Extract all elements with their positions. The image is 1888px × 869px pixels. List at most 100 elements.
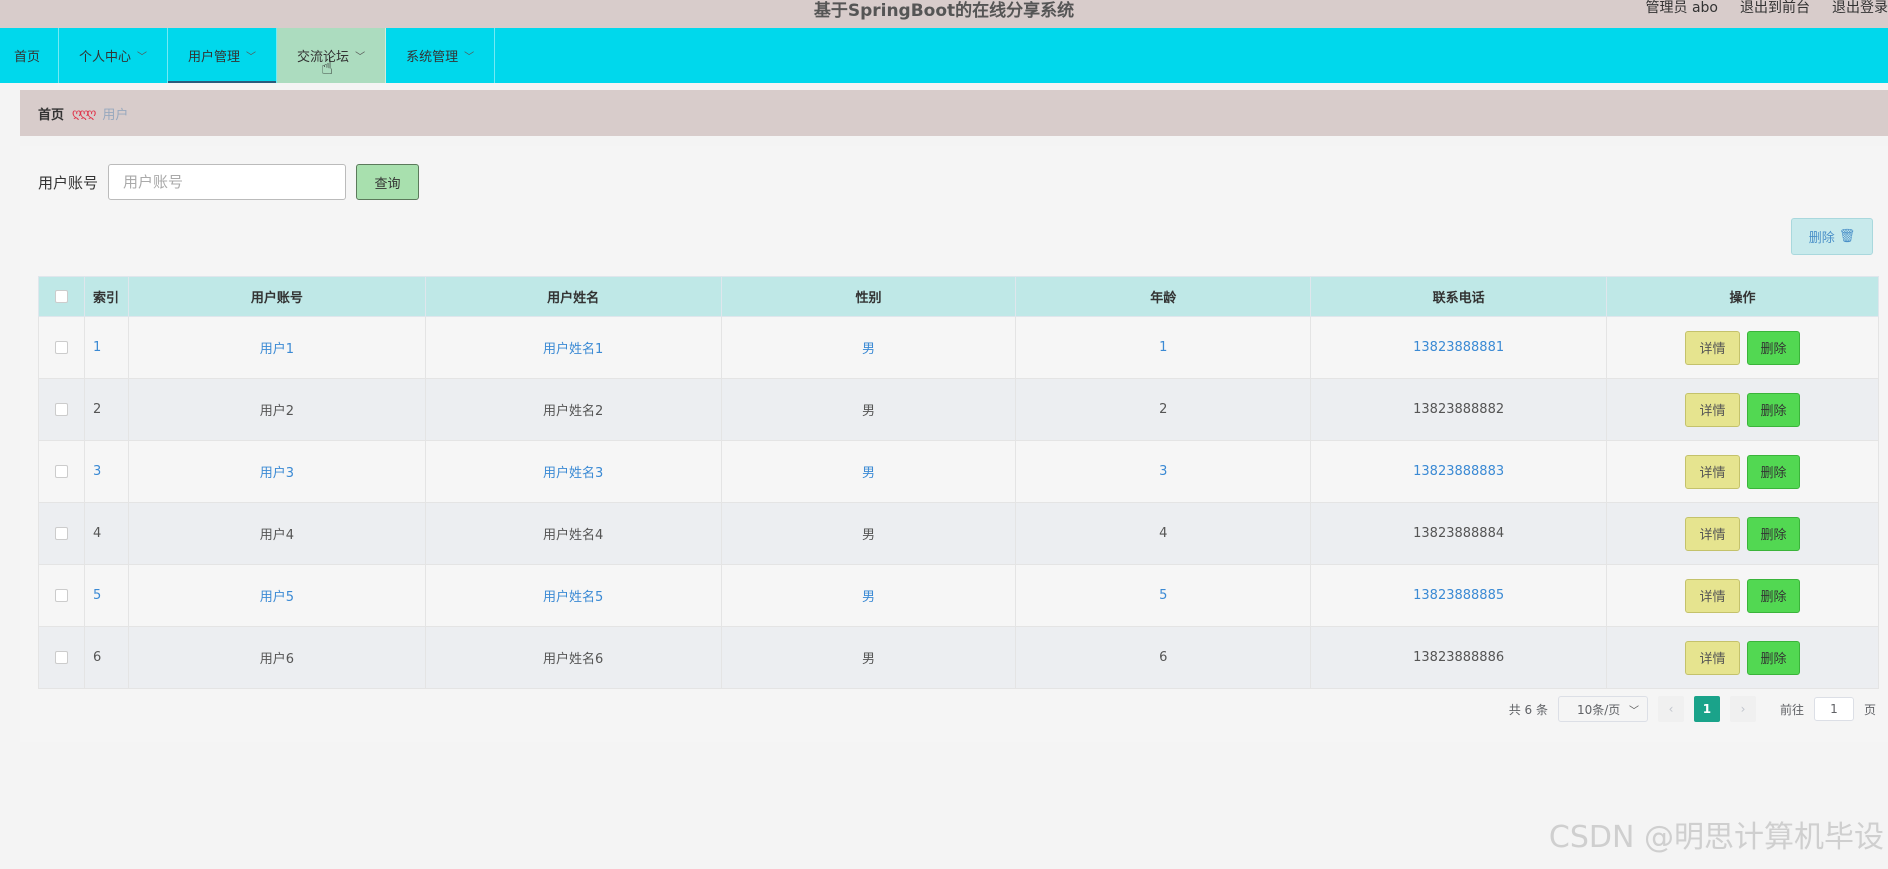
detail-button[interactable]: 详情 bbox=[1685, 516, 1741, 551]
row-actions: 详情 删除 bbox=[1607, 640, 1878, 675]
cell-account: 用户6 bbox=[127, 626, 426, 689]
column-header-account: 用户账号 bbox=[127, 276, 426, 317]
trash-icon: 🗑 bbox=[1838, 229, 1856, 244]
current-page-button[interactable]: 1 bbox=[1693, 696, 1720, 722]
cell-gender: 男 bbox=[720, 316, 1017, 379]
detail-button[interactable]: 详情 bbox=[1685, 330, 1741, 365]
delete-button[interactable]: 删除 bbox=[1747, 392, 1801, 427]
cell-phone: 13823888882 bbox=[1310, 378, 1608, 441]
chevron-left-icon: ‹ bbox=[1668, 702, 1674, 716]
cell-name: 用户姓名4 bbox=[424, 502, 722, 565]
chevron-right-icon: › bbox=[1740, 702, 1746, 716]
table-row: 2 用户2 用户姓名2 男 2 13823888882 详情 删除 bbox=[38, 378, 1879, 441]
nav-item-label: 首页 bbox=[14, 50, 41, 65]
watermark: CSDN @明思计算机毕设 bbox=[1548, 820, 1884, 855]
cell-age: 3 bbox=[1015, 440, 1312, 503]
cell-actions: 详情 删除 bbox=[1606, 440, 1879, 503]
table-body: 1 用户1 用户姓名1 男 1 13823888881 详情 删除 2 用户2 用户姓名2 男 2 138… bbox=[38, 316, 1879, 689]
detail-button[interactable]: 详情 bbox=[1685, 578, 1741, 613]
cell-account: 用户2 bbox=[127, 378, 426, 441]
row-actions: 详情 删除 bbox=[1607, 392, 1878, 427]
row-checkbox[interactable] bbox=[54, 465, 68, 478]
cell-phone: 13823888885 bbox=[1310, 564, 1608, 627]
cell-age: 6 bbox=[1015, 626, 1312, 689]
cell-age: 4 bbox=[1015, 502, 1312, 565]
back-to-front-link[interactable]: 退出到前台 bbox=[1740, 0, 1810, 17]
query-button[interactable]: 查询 bbox=[356, 164, 420, 200]
goto-suffix: 页 bbox=[1863, 702, 1876, 717]
delete-button[interactable]: 删除 bbox=[1747, 454, 1801, 489]
logout-link[interactable]: 退出登录 bbox=[1832, 0, 1888, 17]
row-select-cell bbox=[38, 626, 85, 689]
cell-age: 1 bbox=[1015, 316, 1312, 379]
cell-gender: 男 bbox=[720, 564, 1017, 627]
cell-actions: 详情 删除 bbox=[1606, 502, 1879, 565]
page-size-select[interactable]: 10条/页 ﹀ bbox=[1557, 696, 1648, 722]
page-size-value: 10条/页 bbox=[1576, 702, 1621, 717]
table-row: 6 用户6 用户姓名6 男 6 13823888886 详情 删除 bbox=[38, 626, 1879, 689]
detail-button[interactable]: 详情 bbox=[1685, 392, 1741, 427]
chevron-down-icon: ﹀ bbox=[246, 52, 257, 63]
cell-phone: 13823888886 bbox=[1310, 626, 1608, 689]
next-page-button[interactable]: › bbox=[1729, 696, 1756, 722]
delete-button[interactable]: 删除 bbox=[1747, 578, 1801, 613]
cell-index: 6 bbox=[83, 626, 129, 689]
user-table: 索引 用户账号 用户姓名 性别 年龄 联系电话 操作 1 用户1 用户姓名1 男 1 13… bbox=[38, 276, 1879, 689]
pagination: 共 6 条 10条/页 ﹀ ‹ 1 › 前往 页 bbox=[1509, 696, 1876, 722]
breadcrumb-separator: ღღღ bbox=[72, 106, 96, 120]
column-header-actions: 操作 bbox=[1606, 276, 1879, 317]
row-select-cell bbox=[38, 316, 85, 379]
nav-item-label: 系统管理 bbox=[406, 50, 459, 65]
row-actions: 详情 删除 bbox=[1607, 330, 1878, 365]
site-title: 基于SpringBoot的在线分享系统 bbox=[813, 1, 1075, 21]
table-row: 5 用户5 用户姓名5 男 5 13823888885 详情 删除 bbox=[38, 564, 1879, 627]
row-checkbox[interactable] bbox=[54, 527, 68, 540]
delete-button[interactable]: 删除 bbox=[1747, 330, 1801, 365]
row-checkbox[interactable] bbox=[54, 341, 68, 354]
cell-index: 1 bbox=[83, 316, 129, 379]
detail-button[interactable]: 详情 bbox=[1685, 454, 1741, 489]
search-input[interactable] bbox=[108, 164, 347, 200]
detail-button[interactable]: 详情 bbox=[1685, 640, 1741, 675]
delete-button[interactable]: 删除 bbox=[1747, 516, 1801, 551]
row-checkbox[interactable] bbox=[54, 403, 68, 416]
chevron-down-icon: ﹀ bbox=[464, 52, 475, 63]
column-header-name: 用户姓名 bbox=[424, 276, 722, 317]
nav-item-label: 个人中心 bbox=[79, 50, 132, 65]
cell-account: 用户1 bbox=[127, 316, 426, 379]
nav-item-home[interactable]: 首页 bbox=[0, 28, 60, 83]
pagination-total: 共 6 条 bbox=[1508, 702, 1548, 717]
nav-item-personal-center[interactable]: 个人中心 ﹀ bbox=[59, 28, 169, 83]
breadcrumb-home[interactable]: 首页 bbox=[38, 104, 64, 123]
row-checkbox[interactable] bbox=[54, 589, 68, 602]
cell-index: 5 bbox=[83, 564, 129, 627]
search-row: 用户账号 查询 bbox=[38, 164, 420, 200]
admin-user-label: 管理员 abo bbox=[1645, 0, 1718, 16]
nav-item-user-management[interactable]: 用户管理 ﹀ bbox=[168, 28, 278, 83]
table-header-row: 索引 用户账号 用户姓名 性别 年龄 联系电话 操作 bbox=[38, 276, 1879, 317]
row-select-cell bbox=[38, 564, 85, 627]
cell-phone: 13823888883 bbox=[1310, 440, 1608, 503]
select-all-cell bbox=[38, 276, 85, 317]
row-select-cell bbox=[38, 378, 85, 441]
delete-button[interactable]: 删除 bbox=[1747, 640, 1801, 675]
column-header-gender: 性别 bbox=[720, 276, 1017, 317]
row-select-cell bbox=[38, 440, 85, 503]
cell-name: 用户姓名6 bbox=[424, 626, 722, 689]
row-select-cell bbox=[38, 502, 85, 565]
select-all-checkbox[interactable] bbox=[54, 290, 68, 303]
batch-delete-button[interactable]: 删除 🗑 bbox=[1791, 218, 1873, 255]
cell-actions: 详情 删除 bbox=[1606, 564, 1879, 627]
main-nav: 首页 个人中心 ﹀ 用户管理 ﹀ 交流论坛 ﹀ 系统管理 ﹀ bbox=[0, 28, 1888, 83]
row-checkbox[interactable] bbox=[54, 651, 68, 664]
nav-item-system-management[interactable]: 系统管理 ﹀ bbox=[386, 28, 496, 83]
nav-item-label: 用户管理 bbox=[188, 50, 241, 65]
search-label: 用户账号 bbox=[38, 173, 99, 192]
cell-name: 用户姓名2 bbox=[424, 378, 722, 441]
cell-phone: 13823888881 bbox=[1310, 316, 1608, 379]
goto-page-input[interactable] bbox=[1813, 697, 1854, 721]
chevron-down-icon: ﹀ bbox=[355, 52, 366, 63]
cell-gender: 男 bbox=[720, 502, 1017, 565]
prev-page-button[interactable]: ‹ bbox=[1657, 696, 1684, 722]
table-row: 4 用户4 用户姓名4 男 4 13823888884 详情 删除 bbox=[38, 502, 1879, 565]
